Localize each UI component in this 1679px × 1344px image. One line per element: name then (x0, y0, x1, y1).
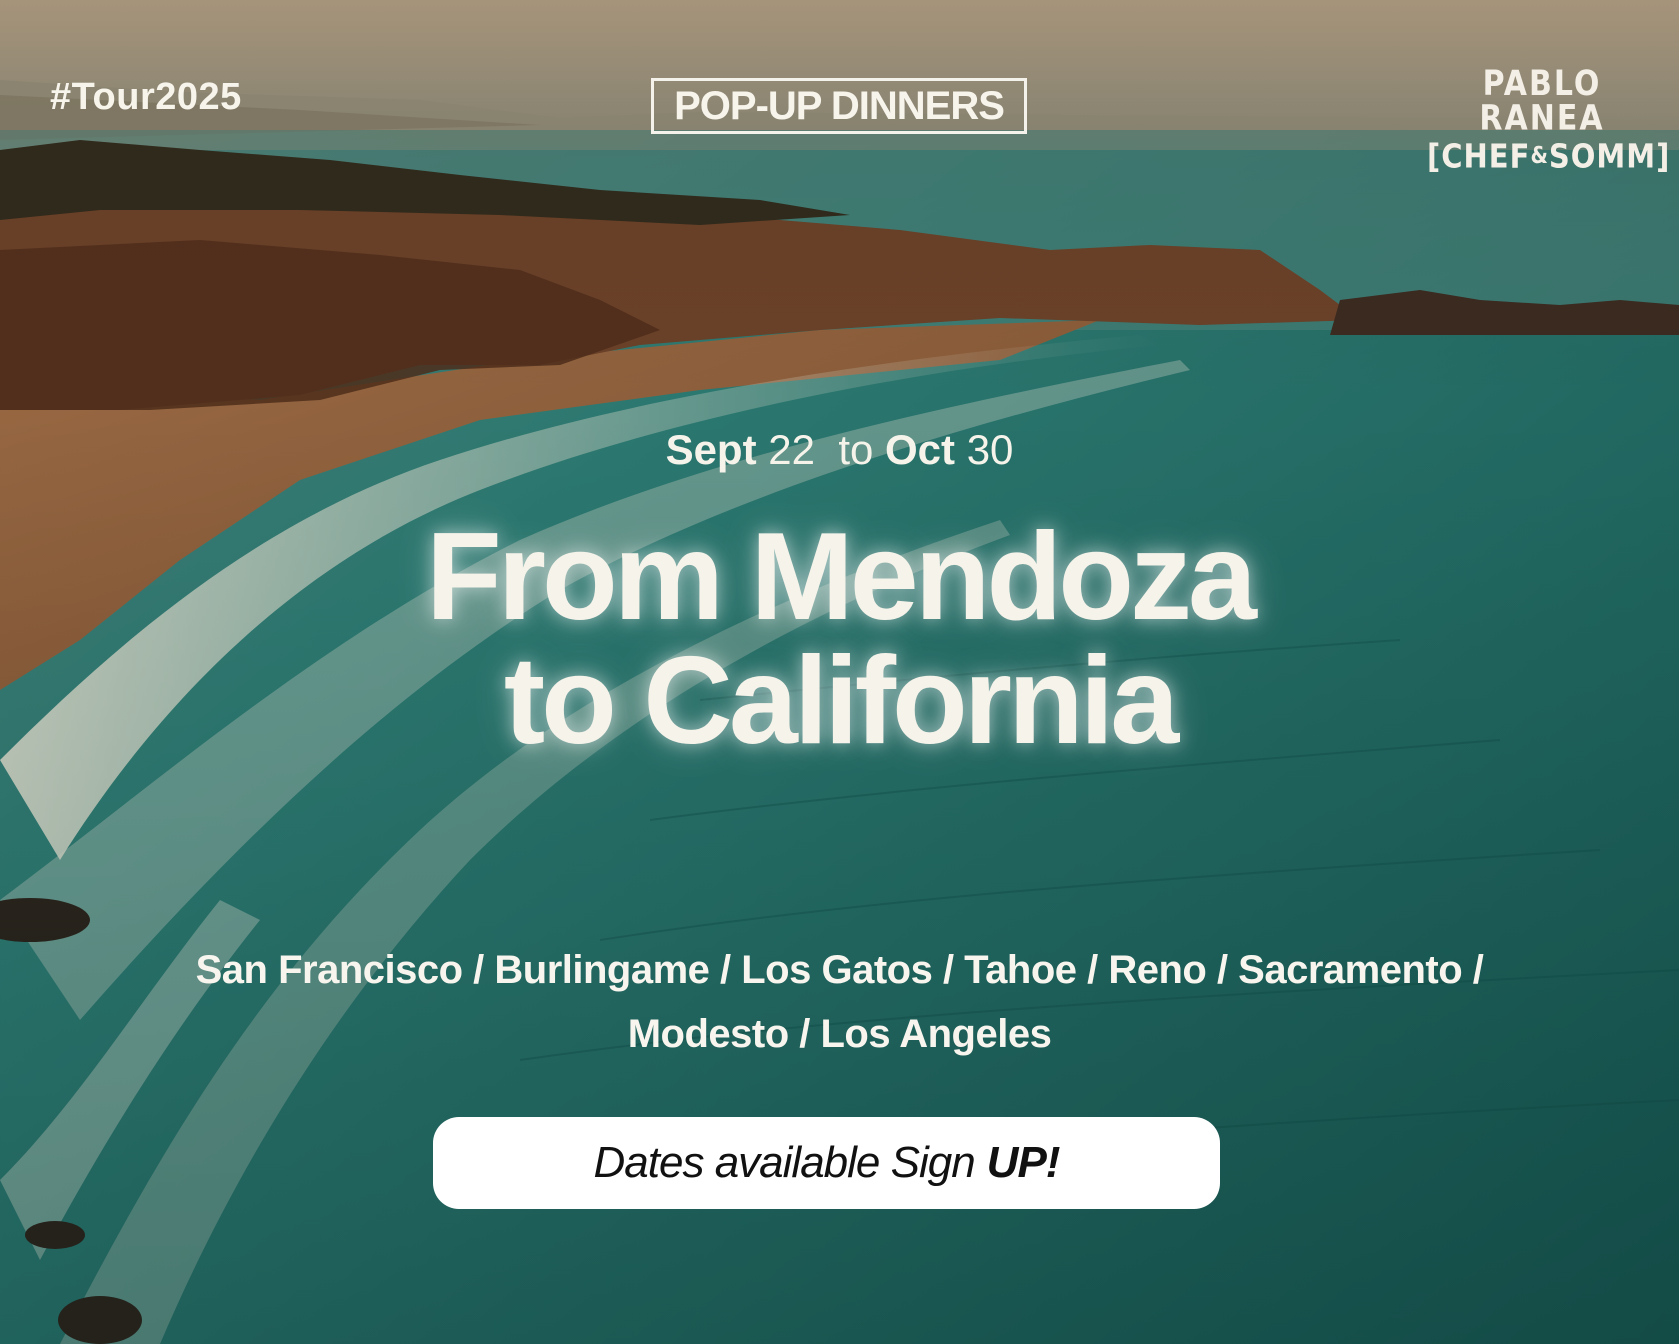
brand-sub-right: SOMM] (1548, 136, 1671, 176)
tour-dates: Sept 22 to Oct 30 (0, 426, 1679, 474)
brand-sub-left: [CHEF (1427, 136, 1531, 176)
end-day: 30 (966, 426, 1014, 473)
start-month: Sept (665, 426, 757, 473)
sign-up-emphasis: UP! (986, 1138, 1061, 1187)
city-list-line-2: Modesto / Los Angeles (627, 1012, 1052, 1056)
hashtag-label: #Tour2025 (50, 76, 242, 118)
headline-line-1: From Mendoza (426, 508, 1257, 646)
end-month: Oct (885, 426, 956, 473)
sign-up-text: Dates available Sign (593, 1138, 976, 1187)
brand-sub-amp: & (1530, 140, 1549, 169)
city-list-line-1: San Francisco / Burlingame / Los Gatos /… (195, 948, 1484, 992)
brand-name: PABLO RANEA (1479, 64, 1605, 139)
popup-dinners-badge: POP-UP DINNERS (651, 78, 1027, 134)
headline-line-2: to California (503, 632, 1179, 770)
page-title: From Mendoza to California (0, 515, 1679, 763)
city-list: San Francisco / Burlingame / Los Gatos /… (130, 938, 1549, 1066)
brand-logo: PABLO RANEA [CHEF&SOMM] (1427, 67, 1669, 173)
sign-up-button[interactable]: Dates available Sign UP! (433, 1117, 1220, 1209)
brand-subtitle: [CHEF&SOMM] (1427, 139, 1669, 173)
dates-to: to (838, 426, 874, 473)
start-day: 22 (768, 426, 815, 473)
